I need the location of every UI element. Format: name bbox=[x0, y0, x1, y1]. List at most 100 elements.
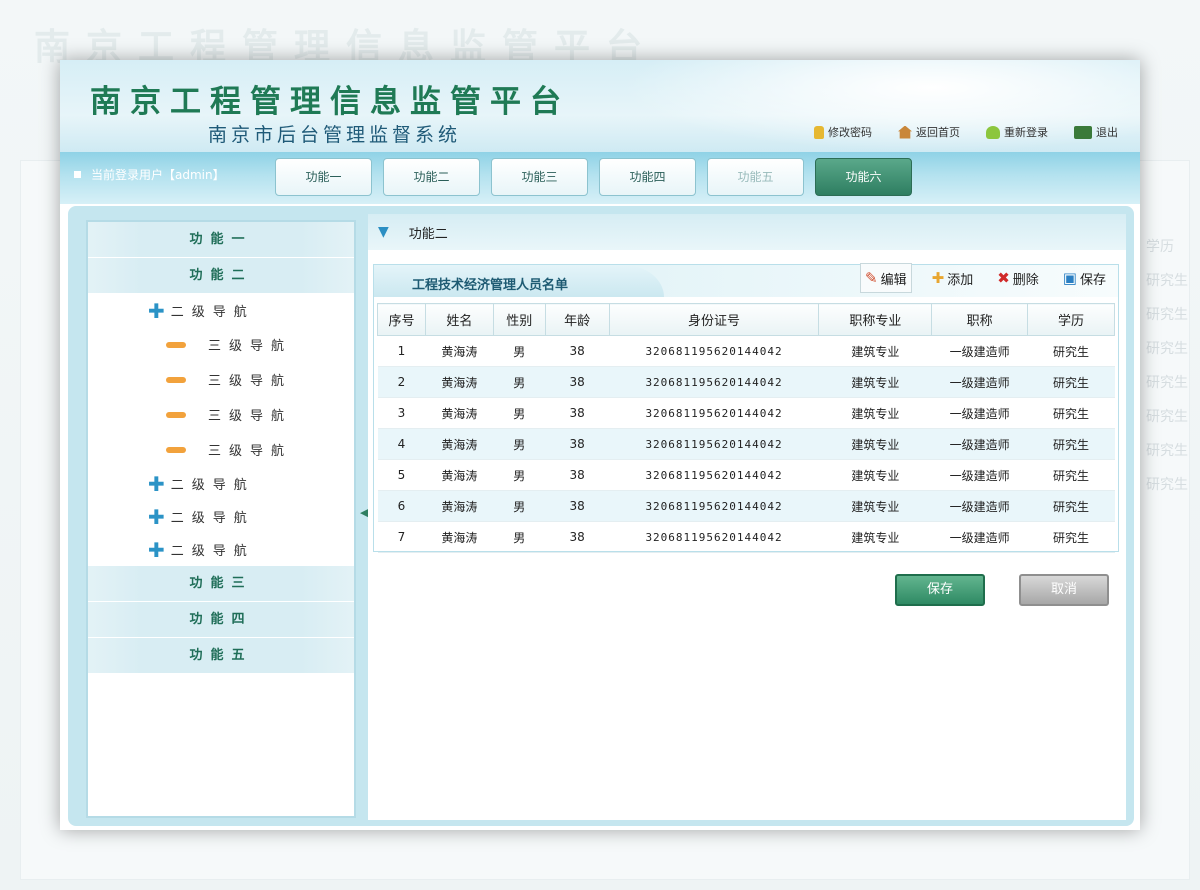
cell-specialty: 建筑专业 bbox=[851, 344, 900, 359]
table-row[interactable]: 2 黄海涛 男 38 320681195620144042 建筑专业 一级建造师… bbox=[377, 366, 1115, 398]
sidebar-l3-item[interactable]: 三级导航 bbox=[88, 362, 354, 397]
tab-function-4[interactable]: 功能四 bbox=[599, 158, 696, 196]
cell-age: 38 bbox=[569, 468, 585, 482]
sidebar: 功能一 功能二 ✚ 二级导航 三级导航 三级导航 三级导航 三级导航 ✚ 二级导… bbox=[86, 220, 356, 818]
cell-specialty: 建筑专业 bbox=[818, 490, 932, 522]
logout-link[interactable]: 退出 bbox=[1074, 124, 1118, 140]
plus-icon: ✚ bbox=[148, 537, 165, 562]
cell-name: 黄海涛 bbox=[425, 490, 494, 522]
sidebar-l3-item[interactable]: 三级导航 bbox=[88, 432, 354, 467]
cell-index: 3 bbox=[397, 406, 406, 420]
save-button[interactable]: 保存 bbox=[895, 574, 985, 606]
sidebar-l2-item[interactable]: ✚ 二级导航 bbox=[88, 467, 354, 500]
table-row[interactable]: 3 黄海涛 男 38 320681195620144042 建筑专业 一级建造师… bbox=[377, 398, 1115, 429]
save-tool-button[interactable]: ▣ 保存 bbox=[1059, 263, 1110, 293]
cell-index: 7 bbox=[397, 530, 406, 544]
cell-index: 6 bbox=[377, 490, 426, 522]
cell-name: 黄海涛 bbox=[441, 530, 478, 545]
tab-function-5[interactable]: 功能五 bbox=[707, 158, 804, 196]
sidebar-section-function-3[interactable]: 功能三 bbox=[88, 566, 354, 601]
cell-specialty: 建筑专业 bbox=[851, 530, 900, 545]
cell-name: 黄海涛 bbox=[425, 428, 494, 460]
cell-age: 38 bbox=[545, 428, 610, 460]
sidebar-l2-item[interactable]: ✚ 二级导航 bbox=[88, 500, 354, 533]
dash-icon bbox=[166, 411, 186, 418]
cell-gender: 男 bbox=[493, 428, 546, 460]
cell-gender: 男 bbox=[513, 530, 526, 545]
cell-index: 5 bbox=[397, 468, 406, 482]
sidebar-l2-label: 二级导航 bbox=[170, 511, 255, 526]
list-title: 工程技术经济管理人员名单 bbox=[412, 278, 569, 293]
sidebar-l2-item[interactable]: ✚ 二级导航 bbox=[88, 533, 354, 566]
background-cell: 研究生 bbox=[1146, 375, 1188, 391]
home-icon bbox=[898, 125, 912, 139]
cancel-button[interactable]: 取消 bbox=[1019, 574, 1109, 606]
sidebar-l3-item[interactable]: 三级导航 bbox=[88, 397, 354, 432]
table-row[interactable]: 5 黄海涛 男 38 320681195620144042 建筑专业 一级建造师… bbox=[377, 460, 1115, 491]
cell-title: 一级建造师 bbox=[931, 366, 1028, 398]
sidebar-l2-label: 二级导航 bbox=[170, 305, 255, 320]
app-window: 南京工程管理信息监管平台 南京市后台管理监督系统 修改密码 返回首页 重新登录 … bbox=[60, 60, 1140, 830]
cell-age: 38 bbox=[569, 344, 585, 358]
current-user-label: 当前登录用户【admin】 bbox=[91, 168, 225, 182]
home-link[interactable]: 返回首页 bbox=[898, 124, 960, 140]
edit-label: 编辑 bbox=[880, 272, 907, 288]
dash-icon bbox=[166, 376, 186, 383]
change-password-link[interactable]: 修改密码 bbox=[814, 124, 872, 140]
plus-icon: ✚ bbox=[148, 298, 165, 323]
add-label: 添加 bbox=[947, 272, 974, 288]
top-links: 修改密码 返回首页 重新登录 退出 bbox=[814, 124, 1118, 140]
relogin-label: 重新登录 bbox=[1004, 126, 1048, 139]
cell-specialty: 建筑专业 bbox=[818, 366, 932, 398]
bullet-icon bbox=[74, 171, 81, 178]
edit-button[interactable]: ✎ 编辑 bbox=[860, 263, 912, 293]
app-subtitle: 南京市后台管理监督系统 bbox=[208, 124, 462, 146]
tab-function-2[interactable]: 功能二 bbox=[383, 158, 480, 196]
function-tabs: 功能一 功能二 功能三 功能四 功能五 功能六 bbox=[275, 158, 912, 196]
table-row[interactable]: 4 黄海涛 男 38 320681195620144042 建筑专业 一级建造师… bbox=[377, 428, 1115, 460]
dash-icon bbox=[166, 341, 186, 348]
tab-function-1[interactable]: 功能一 bbox=[275, 158, 372, 196]
delete-button[interactable]: ✖ 删除 bbox=[993, 263, 1043, 293]
table-row[interactable]: 7 黄海涛 男 38 320681195620144042 建筑专业 一级建造师… bbox=[377, 522, 1115, 553]
column-header: 姓名 bbox=[424, 303, 494, 336]
cell-index: 1 bbox=[397, 344, 406, 358]
cell-age: 38 bbox=[569, 530, 585, 544]
sidebar-section-function-4[interactable]: 功能四 bbox=[88, 602, 354, 637]
tab-function-6[interactable]: 功能六 bbox=[815, 158, 912, 196]
sidebar-section-function-2[interactable]: 功能二 bbox=[88, 258, 354, 293]
table-row[interactable]: 6 黄海涛 男 38 320681195620144042 建筑专业 一级建造师… bbox=[377, 490, 1115, 522]
pencil-icon: ✎ bbox=[865, 269, 878, 287]
column-header: 年龄 bbox=[544, 303, 610, 336]
cell-title: 一级建造师 bbox=[949, 468, 1010, 483]
sidebar-l3-item[interactable]: 三级导航 bbox=[88, 327, 354, 362]
header-banner: 南京工程管理信息监管平台 南京市后台管理监督系统 修改密码 返回首页 重新登录 … bbox=[60, 60, 1140, 152]
tab-function-3[interactable]: 功能三 bbox=[491, 158, 588, 196]
background-cell: 研究生 bbox=[1146, 409, 1188, 425]
cell-education: 研究生 bbox=[1027, 366, 1115, 398]
table-row[interactable]: 1 黄海涛 男 38 320681195620144042 建筑专业 一级建造师… bbox=[377, 336, 1115, 367]
cell-index: 4 bbox=[377, 428, 426, 460]
sidebar-l2-label: 二级导航 bbox=[170, 478, 255, 493]
add-button[interactable]: ✚ 添加 bbox=[928, 263, 978, 293]
breadcrumb-label: 功能二 bbox=[408, 226, 448, 242]
top-nav: 当前登录用户【admin】 功能一 功能二 功能三 功能四 功能五 功能六 bbox=[60, 152, 1140, 204]
change-password-label: 修改密码 bbox=[828, 126, 872, 139]
sidebar-l3-label: 三级导航 bbox=[208, 339, 293, 354]
plus-icon: ✚ bbox=[148, 471, 165, 496]
relogin-link[interactable]: 重新登录 bbox=[986, 124, 1048, 140]
cell-education: 研究生 bbox=[1053, 344, 1090, 359]
background-column-header: 学历 bbox=[1146, 239, 1174, 255]
cell-gender: 男 bbox=[493, 490, 546, 522]
cell-id-number: 320681195620144042 bbox=[645, 530, 783, 544]
sidebar-l2-label: 二级导航 bbox=[170, 544, 255, 559]
floppy-icon: ▣ bbox=[1062, 269, 1077, 287]
cell-name: 黄海涛 bbox=[425, 366, 494, 398]
cell-title: 一级建造师 bbox=[949, 530, 1010, 545]
sidebar-l2-item[interactable]: ✚ 二级导航 bbox=[88, 294, 354, 327]
background-cell: 研究生 bbox=[1146, 443, 1188, 459]
cell-title: 一级建造师 bbox=[931, 490, 1028, 522]
cell-id-number: 320681195620144042 bbox=[609, 366, 819, 398]
sidebar-section-function-1[interactable]: 功能一 bbox=[88, 222, 354, 257]
sidebar-section-function-5[interactable]: 功能五 bbox=[88, 638, 354, 673]
